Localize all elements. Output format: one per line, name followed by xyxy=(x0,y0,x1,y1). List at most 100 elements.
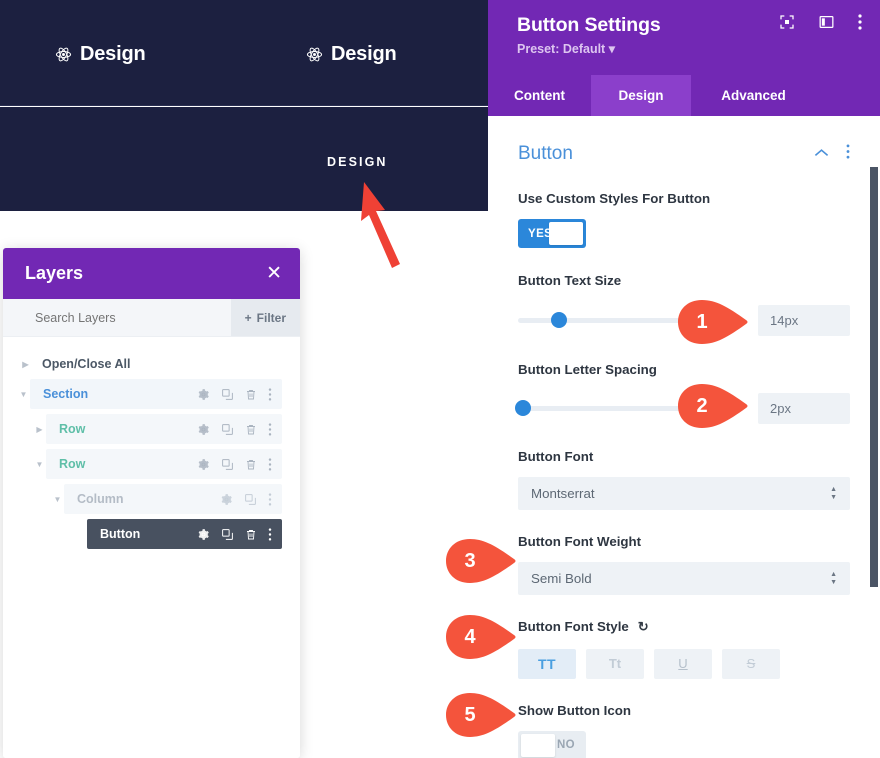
button-settings-panel: Button Settings Preset: Default ▾ xyxy=(488,0,880,758)
font-style-smallcaps-button[interactable]: Tt xyxy=(586,649,644,679)
tab-design[interactable]: Design xyxy=(591,75,691,116)
duplicate-icon[interactable] xyxy=(221,388,234,401)
slider-handle[interactable] xyxy=(551,312,567,328)
preset-selector[interactable]: Preset: Default ▾ xyxy=(517,41,858,56)
layers-search-bar: + Filter xyxy=(3,299,300,337)
gear-icon[interactable] xyxy=(197,528,210,541)
duplicate-icon[interactable] xyxy=(221,528,234,541)
trash-icon[interactable] xyxy=(245,388,257,401)
settings-header: Button Settings Preset: Default ▾ xyxy=(488,0,880,75)
chevron-down-icon[interactable]: ▼ xyxy=(17,388,30,401)
kebab-icon[interactable] xyxy=(846,144,850,164)
trash-icon[interactable] xyxy=(245,528,257,541)
toggle-value: YES xyxy=(528,228,552,240)
button-font-select[interactable]: Montserrat ▲▼ xyxy=(518,477,850,510)
site-logo-left-text: Design xyxy=(80,43,145,66)
duplicate-icon[interactable] xyxy=(221,458,234,471)
trash-icon[interactable] xyxy=(245,423,257,436)
button-letter-spacing-slider-row: 2px xyxy=(518,393,850,424)
atom-icon xyxy=(55,46,72,63)
gear-icon[interactable] xyxy=(197,388,210,401)
group-title: Button xyxy=(518,143,573,165)
layer-pill-section[interactable]: Section xyxy=(30,379,282,409)
font-style-underline-button[interactable]: U xyxy=(654,649,712,679)
chevron-up-icon[interactable] xyxy=(814,145,829,163)
gear-icon[interactable] xyxy=(197,458,210,471)
focus-frame-icon[interactable] xyxy=(779,14,795,30)
kebab-icon[interactable] xyxy=(858,14,862,30)
chevron-down-icon[interactable]: ▼ xyxy=(51,493,64,506)
site-logo-right[interactable]: Design xyxy=(306,43,396,66)
gear-icon[interactable] xyxy=(197,423,210,436)
layer-actions xyxy=(197,528,272,541)
atom-icon xyxy=(306,46,323,63)
panel-layout-icon[interactable] xyxy=(818,14,835,30)
close-icon[interactable]: ✕ xyxy=(266,264,282,283)
button-text-size-label: Button Text Size xyxy=(518,271,850,290)
duplicate-icon[interactable] xyxy=(221,423,234,436)
slider-handle[interactable] xyxy=(515,400,531,416)
button-font-label: Button Font xyxy=(518,447,850,466)
button-text-size-slider-row: 14px xyxy=(518,305,850,336)
tab-advanced[interactable]: Advanced xyxy=(691,75,816,116)
show-button-icon-toggle[interactable]: NO xyxy=(518,731,586,758)
open-close-all-label: Open/Close All xyxy=(42,357,130,371)
button-text-size-value[interactable]: 14px xyxy=(758,305,850,336)
layer-pill-button[interactable]: Button xyxy=(87,519,282,549)
layer-pill-row-1[interactable]: Row xyxy=(46,414,282,444)
font-style-uppercase-button[interactable]: TT xyxy=(518,649,576,679)
kebab-icon[interactable] xyxy=(268,388,272,401)
trash-icon[interactable] xyxy=(245,458,257,471)
layer-label: Section xyxy=(43,387,88,401)
duplicate-icon[interactable] xyxy=(244,493,257,506)
layer-row-row-2[interactable]: ▼ Row xyxy=(3,449,300,479)
filter-button[interactable]: + Filter xyxy=(231,299,300,336)
layer-actions xyxy=(197,423,272,436)
tab-content[interactable]: Content xyxy=(488,75,591,116)
smallcaps-glyph: Tt xyxy=(609,656,621,671)
open-close-all-row[interactable]: ▶ Open/Close All xyxy=(3,349,300,379)
font-style-label-text: Button Font Style xyxy=(518,617,629,636)
toggle-knob xyxy=(521,734,555,757)
settings-scrollbar-thumb[interactable] xyxy=(870,167,878,587)
kebab-icon[interactable] xyxy=(268,458,272,471)
group-header-icons xyxy=(814,144,850,164)
chevron-down-icon[interactable]: ▼ xyxy=(33,458,46,471)
layer-pill-row-2[interactable]: Row xyxy=(46,449,282,479)
layers-panel-header: Layers ✕ xyxy=(3,248,300,299)
layer-row-button[interactable]: Button xyxy=(3,519,300,549)
screen: Design Design DESIGN Layers ✕ xyxy=(0,0,880,758)
chevron-right-icon[interactable]: ▶ xyxy=(33,423,46,436)
layers-panel-title: Layers xyxy=(25,263,83,284)
gear-icon[interactable] xyxy=(220,493,233,506)
site-logo-left[interactable]: Design xyxy=(55,43,145,66)
layer-row-column[interactable]: ▼ Column xyxy=(3,484,300,514)
button-font-weight-value: Semi Bold xyxy=(531,571,592,586)
button-text-size-slider[interactable] xyxy=(518,318,744,323)
layer-label: Row xyxy=(59,457,85,471)
layer-pill-column[interactable]: Column xyxy=(64,484,282,514)
kebab-icon[interactable] xyxy=(268,493,272,506)
use-custom-styles-toggle[interactable]: YES xyxy=(518,219,586,248)
layer-label: Row xyxy=(59,422,85,436)
layer-actions xyxy=(220,493,272,506)
chevron-right-icon[interactable]: ▶ xyxy=(19,358,32,371)
button-font-weight-label: Button Font Weight xyxy=(518,532,850,551)
spinner-icon: ▲▼ xyxy=(830,572,837,586)
search-layers-input[interactable] xyxy=(35,311,231,325)
button-group-header[interactable]: Button xyxy=(518,116,850,165)
button-font-weight-select[interactable]: Semi Bold ▲▼ xyxy=(518,562,850,595)
layer-label: Button xyxy=(100,527,140,541)
layer-row-section[interactable]: ▼ Section xyxy=(3,379,300,409)
button-letter-spacing-slider[interactable] xyxy=(518,406,744,411)
layer-label: Column xyxy=(77,492,124,506)
layer-row-row-1[interactable]: ▶ Row xyxy=(3,414,300,444)
undo-icon[interactable]: ↻ xyxy=(638,618,649,637)
button-letter-spacing-value[interactable]: 2px xyxy=(758,393,850,424)
preview-button-design[interactable]: DESIGN xyxy=(327,155,388,169)
font-style-buttons: TT Tt U S xyxy=(518,649,850,679)
font-style-strikethrough-button[interactable]: S xyxy=(722,649,780,679)
field-custom-styles: Use Custom Styles For Button YES xyxy=(518,189,850,248)
kebab-icon[interactable] xyxy=(268,423,272,436)
kebab-icon[interactable] xyxy=(268,528,272,541)
